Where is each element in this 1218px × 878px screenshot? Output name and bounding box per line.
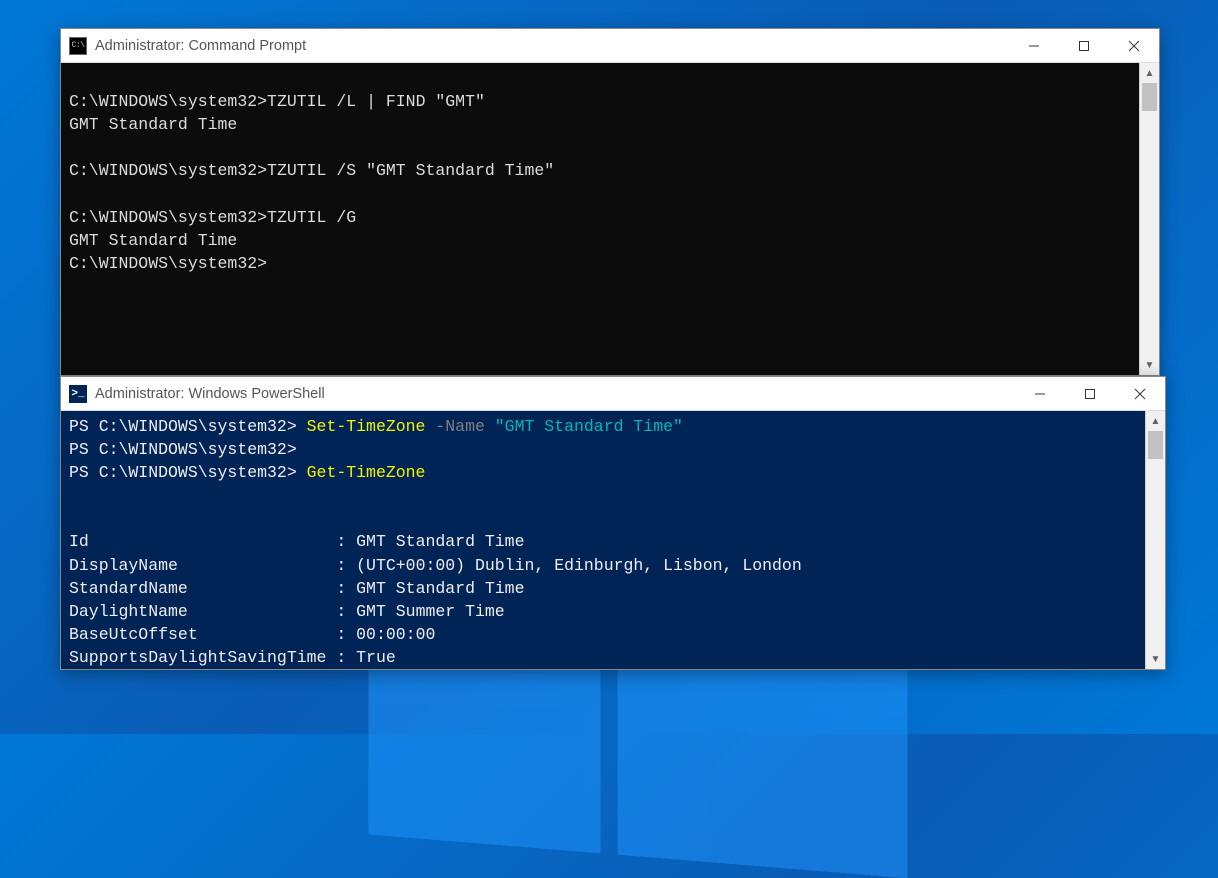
cmd-terminal-area[interactable]: C:\WINDOWS\system32>TZUTIL /L | FIND "GM… (61, 63, 1139, 375)
scroll-up-icon[interactable]: ▲ (1146, 411, 1165, 431)
cmd-prompt: C:\WINDOWS\system32> (69, 208, 267, 227)
cmd-prompt: C:\WINDOWS\system32> (69, 254, 267, 273)
cmd-window-controls (1009, 29, 1159, 62)
scroll-up-icon[interactable]: ▲ (1140, 63, 1159, 83)
scroll-thumb[interactable] (1148, 431, 1163, 459)
ps-terminal-area[interactable]: PS C:\WINDOWS\system32> Set-TimeZone -Na… (61, 411, 1145, 669)
ps-output-key: SupportsDaylightSavingTime : (69, 648, 356, 667)
scroll-down-icon[interactable]: ▼ (1146, 649, 1165, 669)
ps-output-key: Id : (69, 532, 356, 551)
scroll-thumb[interactable] (1142, 83, 1157, 111)
ps-output-val: GMT Standard Time (356, 532, 524, 551)
cmd-output-text: GMT Standard Time (69, 231, 237, 250)
ps-window-title: Administrator: Windows PowerShell (95, 386, 325, 402)
maximize-button[interactable] (1059, 29, 1109, 62)
minimize-button[interactable] (1015, 377, 1065, 410)
ps-app-icon: >_ (69, 385, 87, 403)
ps-output-key: DaylightName : (69, 602, 356, 621)
ps-output-val: GMT Standard Time (356, 579, 524, 598)
command-prompt-window: C:\ Administrator: Command Prompt C:\WIN… (60, 28, 1160, 376)
ps-output-val: 00:00:00 (356, 625, 435, 644)
maximize-button[interactable] (1065, 377, 1115, 410)
powershell-window: >_ Administrator: Windows PowerShell PS … (60, 376, 1166, 670)
cmd-titlebar[interactable]: C:\ Administrator: Command Prompt (61, 29, 1159, 63)
ps-scrollbar[interactable]: ▲ ▼ (1145, 411, 1165, 669)
ps-output-val: GMT Summer Time (356, 602, 505, 621)
cmd-prompt: C:\WINDOWS\system32> (69, 161, 267, 180)
close-button[interactable] (1115, 377, 1165, 410)
minimize-button[interactable] (1009, 29, 1059, 62)
ps-output-val: (UTC+00:00) Dublin, Edinburgh, Lisbon, L… (356, 556, 802, 575)
ps-output-key: DisplayName : (69, 556, 356, 575)
ps-arg: "GMT Standard Time" (495, 417, 683, 436)
ps-cmdlet: Set-TimeZone (307, 417, 426, 436)
ps-output-val: True (356, 648, 396, 667)
ps-prompt: PS C:\WINDOWS\system32> (69, 440, 297, 459)
ps-window-controls (1015, 377, 1165, 410)
cmd-command-text: TZUTIL /S "GMT Standard Time" (267, 161, 554, 180)
ps-output-key: StandardName : (69, 579, 356, 598)
cmd-window-title: Administrator: Command Prompt (95, 38, 306, 54)
ps-cmdlet: Get-TimeZone (307, 463, 426, 482)
ps-titlebar[interactable]: >_ Administrator: Windows PowerShell (61, 377, 1165, 411)
scroll-track[interactable] (1146, 431, 1165, 649)
ps-output-key: BaseUtcOffset : (69, 625, 356, 644)
scroll-down-icon[interactable]: ▼ (1140, 355, 1159, 375)
ps-prompt: PS C:\WINDOWS\system32> (69, 463, 307, 482)
cmd-app-icon: C:\ (69, 37, 87, 55)
ps-param: -Name (425, 417, 494, 436)
cmd-command-text: TZUTIL /G (267, 208, 356, 227)
cmd-command-text: TZUTIL /L | FIND "GMT" (267, 92, 485, 111)
close-button[interactable] (1109, 29, 1159, 62)
ps-prompt: PS C:\WINDOWS\system32> (69, 417, 307, 436)
cmd-output-text: GMT Standard Time (69, 115, 237, 134)
cmd-scrollbar[interactable]: ▲ ▼ (1139, 63, 1159, 375)
scroll-track[interactable] (1140, 83, 1159, 355)
cmd-prompt: C:\WINDOWS\system32> (69, 92, 267, 111)
